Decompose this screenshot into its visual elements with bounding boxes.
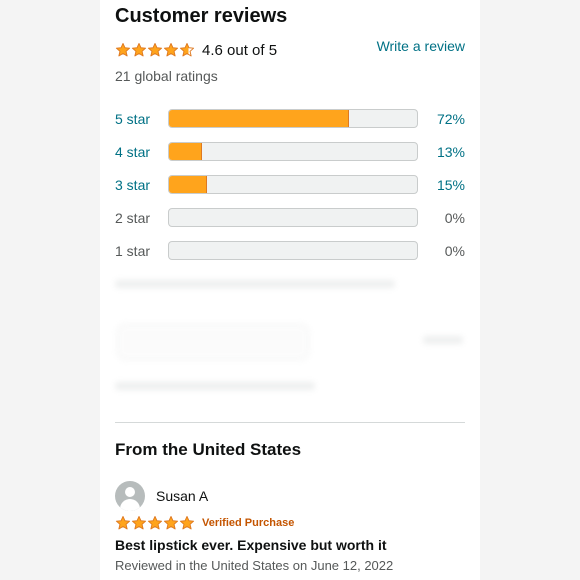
rating-text: 4.6 out of 5 — [202, 41, 278, 59]
star-icon — [163, 515, 179, 531]
star-icon — [131, 42, 147, 58]
page-title: Customer reviews — [115, 5, 288, 27]
star-icon — [147, 42, 163, 58]
histogram-bar-fill — [169, 176, 208, 193]
histogram-percent[interactable]: 13% — [437, 144, 465, 160]
faded-text-line — [115, 382, 315, 390]
rating-histogram: 5 star 72% 4 star 13% 3 star 15% 2 star … — [115, 108, 465, 273]
histogram-label[interactable]: 3 star — [115, 177, 150, 193]
histogram-row-4[interactable]: 4 star 13% — [115, 141, 465, 174]
histogram-bar[interactable] — [168, 175, 418, 194]
review-stars[interactable] — [115, 515, 195, 531]
histogram-percent: 0% — [444, 243, 465, 259]
write-review-button[interactable]: Write a review — [377, 38, 465, 54]
histogram-row-2: 2 star 0% — [115, 207, 465, 240]
section-title: From the United States — [115, 440, 302, 459]
histogram-percent: 0% — [444, 210, 465, 226]
customer-reviews-panel: Customer reviews 4.6 out of 5 Write a re… — [100, 0, 480, 580]
star-icon — [147, 515, 163, 531]
average-stars — [115, 42, 195, 58]
faded-content — [115, 272, 465, 402]
faded-sort-dropdown — [117, 324, 309, 360]
star-icon — [115, 515, 131, 531]
verified-purchase-badge: Verified Purchase — [202, 517, 295, 529]
star-icon — [179, 42, 195, 58]
histogram-row-1: 1 star 0% — [115, 240, 465, 273]
star-icon — [179, 515, 195, 531]
histogram-bar-fill — [169, 110, 349, 127]
review-title[interactable]: Best lipstick ever. Expensive but worth … — [115, 537, 387, 553]
histogram-label: 2 star — [115, 210, 151, 226]
average-rating: 4.6 out of 5 — [115, 40, 277, 60]
histogram-percent[interactable]: 72% — [437, 111, 465, 127]
histogram-label[interactable]: 5 star — [115, 111, 150, 127]
global-ratings-count: 21 global ratings — [115, 68, 218, 84]
histogram-row-3[interactable]: 3 star 15% — [115, 174, 465, 207]
histogram-bar[interactable] — [168, 109, 418, 128]
histogram-percent[interactable]: 15% — [437, 177, 465, 193]
section-divider — [115, 422, 465, 423]
star-icon — [131, 515, 147, 531]
histogram-bar[interactable] — [168, 142, 418, 161]
histogram-row-5[interactable]: 5 star 72% — [115, 108, 465, 141]
review-date: Reviewed in the United States on June 12… — [115, 558, 394, 573]
star-icon — [163, 42, 179, 58]
reviewer[interactable]: Susan A — [115, 481, 208, 511]
histogram-bar — [168, 241, 418, 260]
user-avatar-icon[interactable] — [115, 481, 145, 511]
histogram-bar-fill — [169, 143, 203, 160]
faded-text-line — [115, 280, 395, 288]
histogram-label[interactable]: 4 star — [115, 144, 150, 160]
review-rating-row: Verified Purchase — [115, 515, 294, 531]
faded-text-line — [423, 336, 463, 344]
histogram-bar — [168, 208, 418, 227]
star-icon — [115, 42, 131, 58]
histogram-label: 1 star — [115, 243, 151, 259]
reviewer-name[interactable]: Susan A — [156, 488, 208, 504]
